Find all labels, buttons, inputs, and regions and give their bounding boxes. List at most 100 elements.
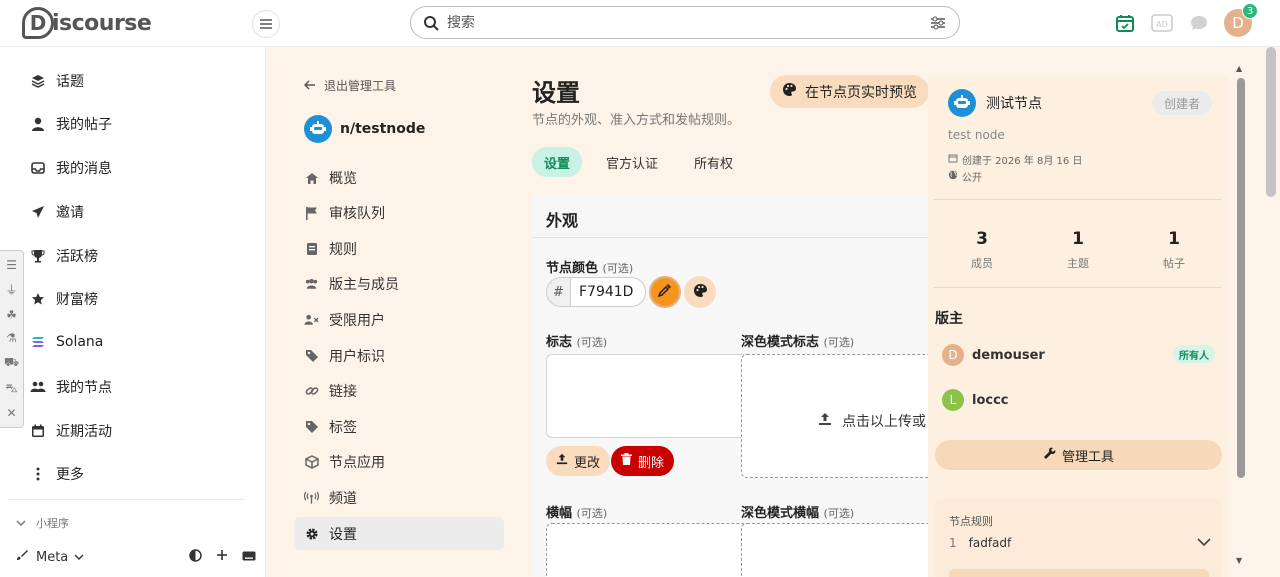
nav-item-restricted-users[interactable]: 受限用户 xyxy=(304,310,385,330)
sidebar-item-my-nodes[interactable]: 我的节点 xyxy=(30,375,112,399)
home-icon xyxy=(304,171,319,186)
optional-hint: (可选) xyxy=(576,507,608,520)
sidebar-footer: Meta xyxy=(16,547,256,567)
nav-item-user-flair[interactable]: 用户标识 xyxy=(304,346,385,366)
nav-label: 受限用户 xyxy=(329,313,385,329)
nav-label: 节点应用 xyxy=(329,455,385,471)
sidebar-item-my-messages[interactable]: 我的消息 xyxy=(30,156,112,180)
keyboard-icon[interactable] xyxy=(242,550,256,565)
nav-item-settings[interactable]: 设置 xyxy=(304,524,357,544)
inbox-icon xyxy=(30,160,46,176)
sidebar-item-label: 我的帖子 xyxy=(56,117,112,133)
color-picker-button[interactable] xyxy=(649,276,681,308)
palette-button[interactable] xyxy=(684,276,716,308)
svg-text:AD: AD xyxy=(1156,20,1168,29)
search-input[interactable] xyxy=(447,14,929,31)
sidebar-item-label: 财富榜 xyxy=(56,292,98,308)
sidebar-section-mini-apps[interactable]: 小程序 xyxy=(16,515,69,531)
upload-prompt: 点击以上传或 xyxy=(818,411,926,431)
node-rules-box: 节点规则 1 fadfadf xyxy=(935,499,1222,577)
nav-item-review-queue[interactable]: 审核队列 xyxy=(304,203,385,223)
back-label: 退出管理工具 xyxy=(324,79,397,93)
sidebar-item-wealth-rank[interactable]: 财富榜 xyxy=(30,287,98,311)
rule-item[interactable]: 1 fadfadf xyxy=(949,536,1211,550)
avatar: L xyxy=(942,389,964,411)
tab-verification[interactable]: 官方认证 xyxy=(594,147,670,177)
sidebar-toggle-button[interactable] xyxy=(252,10,280,38)
live-preview-button[interactable]: 在节点页实时预览 xyxy=(770,75,929,108)
optional-hint: (可选) xyxy=(602,262,634,275)
logo-mark: D xyxy=(22,7,54,39)
nav-item-overview[interactable]: 概览 xyxy=(304,168,357,188)
site-logo[interactable]: D iscourse xyxy=(22,6,152,40)
nav-item-tags[interactable]: 标签 xyxy=(304,417,357,437)
scroll-up-icon[interactable]: ▲ xyxy=(1236,64,1242,73)
page-scroll-thumb[interactable] xyxy=(1266,47,1276,197)
drag-handle-icon[interactable]: ☰ xyxy=(6,258,17,272)
footer-category-select[interactable]: Meta xyxy=(36,550,68,565)
sidebar-item-more[interactable]: 更多 xyxy=(30,462,84,486)
arrow-left-icon xyxy=(304,79,316,93)
tools-label: 管理工具 xyxy=(1061,449,1114,465)
sidebar-item-solana[interactable]: Solana xyxy=(30,330,103,354)
filter-sliders-icon[interactable] xyxy=(929,14,947,32)
nav-item-links[interactable]: 链接 xyxy=(304,381,357,401)
nav-item-rules[interactable]: 规则 xyxy=(304,239,357,259)
settings-tabs: 设置 官方认证 所有权 xyxy=(532,147,745,177)
nav-item-node-apps[interactable]: 节点应用 xyxy=(304,452,385,472)
visibility-text: 公开 xyxy=(962,173,982,184)
calendar-check-icon[interactable] xyxy=(1113,11,1137,35)
plus-icon[interactable] xyxy=(216,549,228,565)
dark-banner-upload-area[interactable] xyxy=(741,523,952,577)
truck-icon[interactable]: ⛟ xyxy=(4,355,19,371)
color-hex-field[interactable]: # F7941D xyxy=(546,277,646,307)
ad-icon[interactable]: AD xyxy=(1150,11,1174,35)
node-header[interactable]: n/testnode xyxy=(304,115,425,143)
scroll-thumb[interactable] xyxy=(1237,78,1245,478)
sidebar-item-label: 近期活动 xyxy=(56,424,112,440)
logo-preview-box[interactable] xyxy=(546,354,756,438)
node-robot-avatar-icon xyxy=(304,115,332,143)
nav-item-mods-members[interactable]: 版主与成员 xyxy=(304,274,399,294)
node-title: 测试节点 xyxy=(986,96,1042,112)
cube-icon xyxy=(304,455,319,470)
color-hex-value[interactable]: F7941D xyxy=(579,284,633,300)
banner-upload-area[interactable] xyxy=(546,523,756,577)
chevron-down-icon[interactable] xyxy=(1197,536,1211,550)
tab-settings[interactable]: 设置 xyxy=(532,147,583,177)
logo-text: iscourse xyxy=(52,10,152,36)
sidebar-item-label: 我的消息 xyxy=(56,161,112,177)
sidebar-item-invite[interactable]: 邀请 xyxy=(30,200,84,224)
sidebar-item-topics[interactable]: 话题 xyxy=(30,69,84,93)
dark-logo-upload-area[interactable]: 点击以上传或 xyxy=(741,354,952,478)
moderator-item[interactable]: L loccc xyxy=(942,389,1009,411)
sidebar-item-active-rank[interactable]: 活跃榜 xyxy=(30,244,98,268)
stat-label: 成员 xyxy=(971,257,993,270)
network-icon[interactable]: ☘ xyxy=(6,308,17,322)
close-icon[interactable]: ✕ xyxy=(6,406,16,420)
eyedropper-icon xyxy=(657,283,672,301)
chat-bubble-icon[interactable] xyxy=(1187,11,1211,35)
nav-item-channels[interactable]: 频道 xyxy=(304,488,357,508)
sidebar-item-label: 更多 xyxy=(56,467,84,483)
search-icon xyxy=(424,15,439,31)
plug-icon[interactable]: ⏚ xyxy=(5,281,17,298)
delete-logo-button[interactable]: 删除 xyxy=(611,446,675,476)
moderator-item[interactable]: D demouser xyxy=(942,344,1045,366)
bus-icon[interactable]: ⛍ xyxy=(5,381,17,397)
banner-label-text: 横幅 xyxy=(546,506,573,521)
sidebar-item-recent-activity[interactable]: 近期活动 xyxy=(30,419,112,443)
stat-posts: 1 帖子 xyxy=(1134,229,1214,271)
theme-toggle-icon[interactable] xyxy=(189,548,202,566)
user-avatar[interactable]: D 3 xyxy=(1224,3,1258,37)
sidebar-item-my-posts[interactable]: 我的帖子 xyxy=(30,112,112,136)
change-logo-button[interactable]: 更改 xyxy=(546,446,611,476)
tab-ownership[interactable]: 所有权 xyxy=(682,147,745,177)
exit-admin-link[interactable]: 退出管理工具 xyxy=(304,77,396,94)
search-bar[interactable] xyxy=(410,6,960,39)
brush-icon xyxy=(16,549,28,565)
flask-icon[interactable]: ⚗ xyxy=(6,331,17,345)
inner-scrollbar[interactable]: ▲ ▼ xyxy=(1234,60,1246,570)
scroll-down-icon[interactable]: ▼ xyxy=(1236,556,1242,565)
admin-tools-button[interactable]: 管理工具 xyxy=(935,440,1222,470)
